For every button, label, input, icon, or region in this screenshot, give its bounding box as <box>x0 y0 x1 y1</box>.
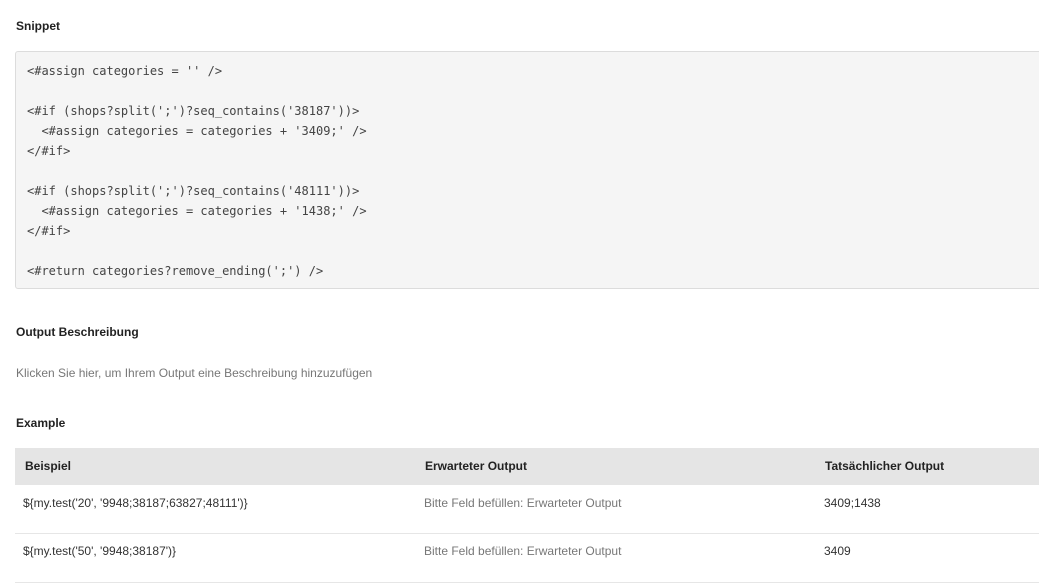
snippet-title: Snippet <box>16 19 60 33</box>
code-editor[interactable]: <#assign categories = '' /> <#if (shops?… <box>15 51 1039 289</box>
expected-output-cell[interactable]: Bitte Feld befüllen: Erwarteter Output <box>424 544 621 558</box>
actual-output-cell: 3409 <box>824 544 851 558</box>
example-cell[interactable]: ${my.test('20', '9948;38187;63827;48111'… <box>23 496 248 510</box>
table-header: Beispiel Erwarteter Output Tatsächlicher… <box>15 448 1039 485</box>
code-line: <#assign categories = categories + '1438… <box>27 204 367 218</box>
column-header-erwarteter-output: Erwarteter Output <box>425 459 528 473</box>
output-description-input[interactable]: Klicken Sie hier, um Ihrem Output eine B… <box>16 366 372 380</box>
code-line: <#return categories?remove_ending(';') /… <box>27 264 324 278</box>
actual-output-cell: 3409;1438 <box>824 496 881 510</box>
code-line: </#if> <box>27 144 71 158</box>
code-line: <#assign categories = '' /> <box>27 64 223 78</box>
output-description-title: Output Beschreibung <box>16 325 139 339</box>
column-header-tatsaechlicher-output: Tatsächlicher Output <box>825 459 945 473</box>
code-line: <#if (shops?split(';')?seq_contains('381… <box>27 104 360 118</box>
code-line: </#if> <box>27 224 71 238</box>
example-title: Example <box>16 416 66 430</box>
expected-output-cell[interactable]: Bitte Feld befüllen: Erwarteter Output <box>424 496 621 510</box>
code-line: <#if (shops?split(';')?seq_contains('481… <box>27 184 360 198</box>
example-cell[interactable]: ${my.test('50', '9948;38187')} <box>23 544 176 558</box>
table-row: ${my.test('20', '9948;38187;63827;48111'… <box>15 485 1039 534</box>
code-line: <#assign categories = categories + '3409… <box>27 124 367 138</box>
column-header-beispiel: Beispiel <box>25 459 72 473</box>
table-row: ${my.test('50', '9948;38187')} Bitte Fel… <box>15 534 1039 583</box>
